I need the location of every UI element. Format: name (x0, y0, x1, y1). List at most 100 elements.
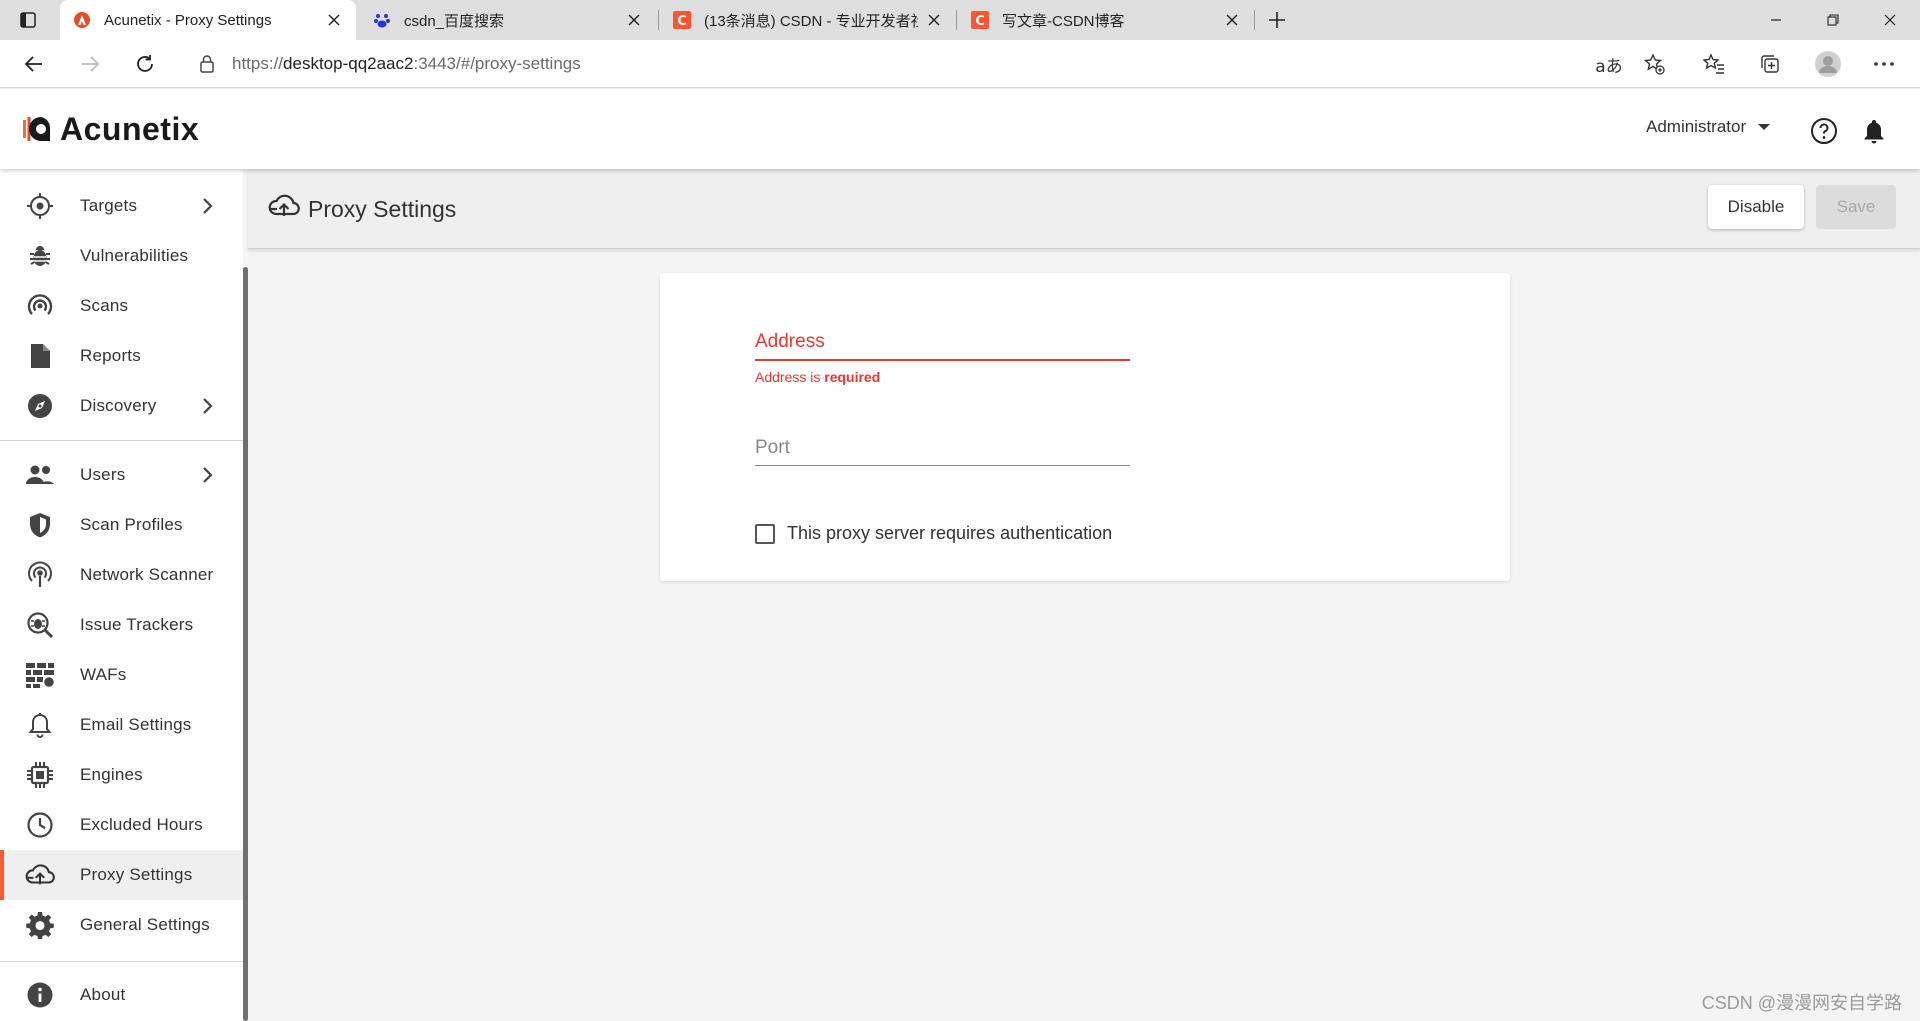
save-button[interactable]: Save (1816, 185, 1896, 229)
sidebar-item-label: Vulnerabilities (80, 246, 189, 265)
user-name: Administrator (1646, 117, 1747, 136)
info-icon (25, 980, 55, 1010)
users-icon (25, 460, 55, 490)
sidebar-item-scan-profiles[interactable]: Scan Profiles (0, 500, 243, 550)
refresh-icon[interactable] (131, 50, 159, 78)
baidu-favicon-icon (372, 10, 392, 30)
sidebar-item-label: Excluded Hours (80, 815, 203, 834)
chip-icon (25, 760, 55, 790)
close-tab-icon[interactable] (1222, 10, 1242, 30)
auth-checkbox-label: This proxy server requires authenticatio… (787, 523, 1113, 543)
sidebar-item-targets[interactable]: Targets (0, 181, 243, 231)
sidebar-item-issue-trackers[interactable]: Issue Trackers (0, 600, 243, 650)
tab-separator (658, 10, 659, 30)
profile-avatar-icon[interactable] (1814, 50, 1842, 78)
sidebar-item-label: Reports (80, 346, 141, 365)
browser-tab-csdn[interactable]: C (13条消息) CSDN - 专业开发者社 (660, 0, 956, 40)
back-arrow-icon[interactable] (20, 50, 48, 78)
sidebar-item-vulnerabilities[interactable]: Vulnerabilities (0, 231, 243, 281)
close-tab-icon[interactable] (624, 10, 644, 30)
notifications-bell-icon[interactable] (1860, 117, 1888, 145)
report-icon (25, 341, 55, 371)
sidebar-item-reports[interactable]: Reports (0, 331, 243, 381)
sidebar-item-label: Discovery (80, 396, 157, 415)
sidebar-item-label: Scans (80, 296, 129, 315)
sidebar-item-label: Proxy Settings (80, 865, 193, 884)
sidebar-divider (0, 440, 243, 441)
address-error-message: Address is required (755, 369, 881, 385)
sidebar: Targets Vulnerabilities Scans Reports Di… (0, 169, 243, 1021)
browser-tab-csdn-write[interactable]: C 写文章-CSDN博客 (958, 0, 1254, 40)
address-underline (755, 359, 1130, 361)
address-label: Address (755, 331, 825, 352)
sidebar-item-users[interactable]: Users (0, 450, 243, 500)
firewall-icon (25, 660, 55, 690)
page-title-text: Proxy Settings (308, 195, 457, 222)
tab-title: (13条消息) CSDN - 专业开发者社 (704, 12, 918, 30)
browser-tab-strip: Acunetix - Proxy Settings csdn_百度搜索 C (1… (0, 0, 1920, 40)
browser-tab-baidu[interactable]: csdn_百度搜索 (360, 0, 656, 40)
disable-button[interactable]: Disable (1708, 185, 1804, 229)
port-underline (755, 465, 1130, 466)
chevron-right-icon (197, 465, 217, 485)
tab-title: Acunetix - Proxy Settings (104, 11, 272, 29)
tab-actions-icon[interactable] (18, 10, 38, 30)
csdn-favicon-icon: C (672, 10, 692, 30)
port-field[interactable]: Port (755, 437, 1130, 466)
more-options-icon[interactable] (1870, 50, 1898, 78)
shield-icon (25, 510, 55, 540)
cloud-upload-icon (25, 860, 55, 890)
acunetix-logo[interactable]: Acunetix (22, 109, 199, 149)
sidebar-item-label: About (80, 985, 126, 1004)
sidebar-item-proxy-settings[interactable]: Proxy Settings (0, 850, 243, 900)
sidebar-item-label: General Settings (80, 915, 210, 934)
sidebar-item-label: Email Settings (80, 715, 192, 734)
address-bar[interactable]: https://desktop-qq2aac2:3443/#/proxy-set… (180, 46, 1680, 82)
user-menu[interactable]: Administrator (1646, 117, 1771, 137)
address-field[interactable]: Address (755, 331, 1130, 361)
auth-checkbox-row[interactable]: This proxy server requires authenticatio… (755, 523, 1112, 544)
bug-search-icon (25, 610, 55, 640)
cloud-upload-icon (268, 193, 300, 225)
restore-icon[interactable] (1805, 0, 1861, 40)
sidebar-item-label: WAFs (80, 665, 127, 684)
network-icon (25, 560, 55, 590)
page-title: Proxy Settings (268, 193, 456, 225)
proxy-settings-card: Address Address is required Port This pr… (660, 273, 1510, 581)
sidebar-item-email-settings[interactable]: Email Settings (0, 700, 243, 750)
sidebar-item-engines[interactable]: Engines (0, 750, 243, 800)
browser-tab-acunetix[interactable]: Acunetix - Proxy Settings (60, 0, 356, 40)
sidebar-item-general-settings[interactable]: General Settings (0, 900, 243, 950)
sidebar-scrollbar[interactable] (243, 267, 248, 1021)
close-window-icon[interactable] (1862, 0, 1918, 40)
tab-separator (956, 10, 957, 30)
auth-checkbox[interactable] (755, 523, 775, 544)
sidebar-item-about[interactable]: About (0, 970, 243, 1020)
caret-down-icon (1758, 124, 1771, 130)
new-tab-icon[interactable] (1266, 9, 1288, 31)
sidebar-item-excluded-hours[interactable]: Excluded Hours (0, 800, 243, 850)
sidebar-item-network-scanner[interactable]: Network Scanner (0, 550, 243, 600)
read-aloud-icon[interactable]: aあ (1595, 50, 1623, 78)
help-icon[interactable] (1810, 117, 1838, 145)
forward-arrow-icon[interactable] (76, 50, 104, 78)
sidebar-item-scans[interactable]: Scans (0, 281, 243, 331)
lock-icon[interactable] (198, 54, 218, 74)
sidebar-item-discovery[interactable]: Discovery (0, 381, 243, 431)
brand-name: Acunetix (60, 110, 200, 147)
collections-icon[interactable] (1756, 50, 1784, 78)
favorites-icon[interactable] (1700, 50, 1728, 78)
add-favorite-icon[interactable] (1640, 50, 1668, 78)
tab-title: csdn_百度搜索 (404, 12, 505, 30)
chevron-right-icon (197, 396, 217, 416)
tab-separator (1254, 10, 1255, 30)
sidebar-item-label: Network Scanner (80, 565, 214, 584)
scan-icon (25, 291, 55, 321)
url-text: https://desktop-qq2aac2:3443/#/proxy-set… (232, 54, 581, 73)
minimize-icon[interactable] (1748, 0, 1804, 40)
close-tab-icon[interactable] (924, 10, 944, 30)
tab-title: 写文章-CSDN博客 (1002, 12, 1125, 30)
close-tab-icon[interactable] (324, 10, 344, 30)
port-label: Port (755, 437, 790, 458)
sidebar-item-wafs[interactable]: WAFs (0, 650, 243, 700)
